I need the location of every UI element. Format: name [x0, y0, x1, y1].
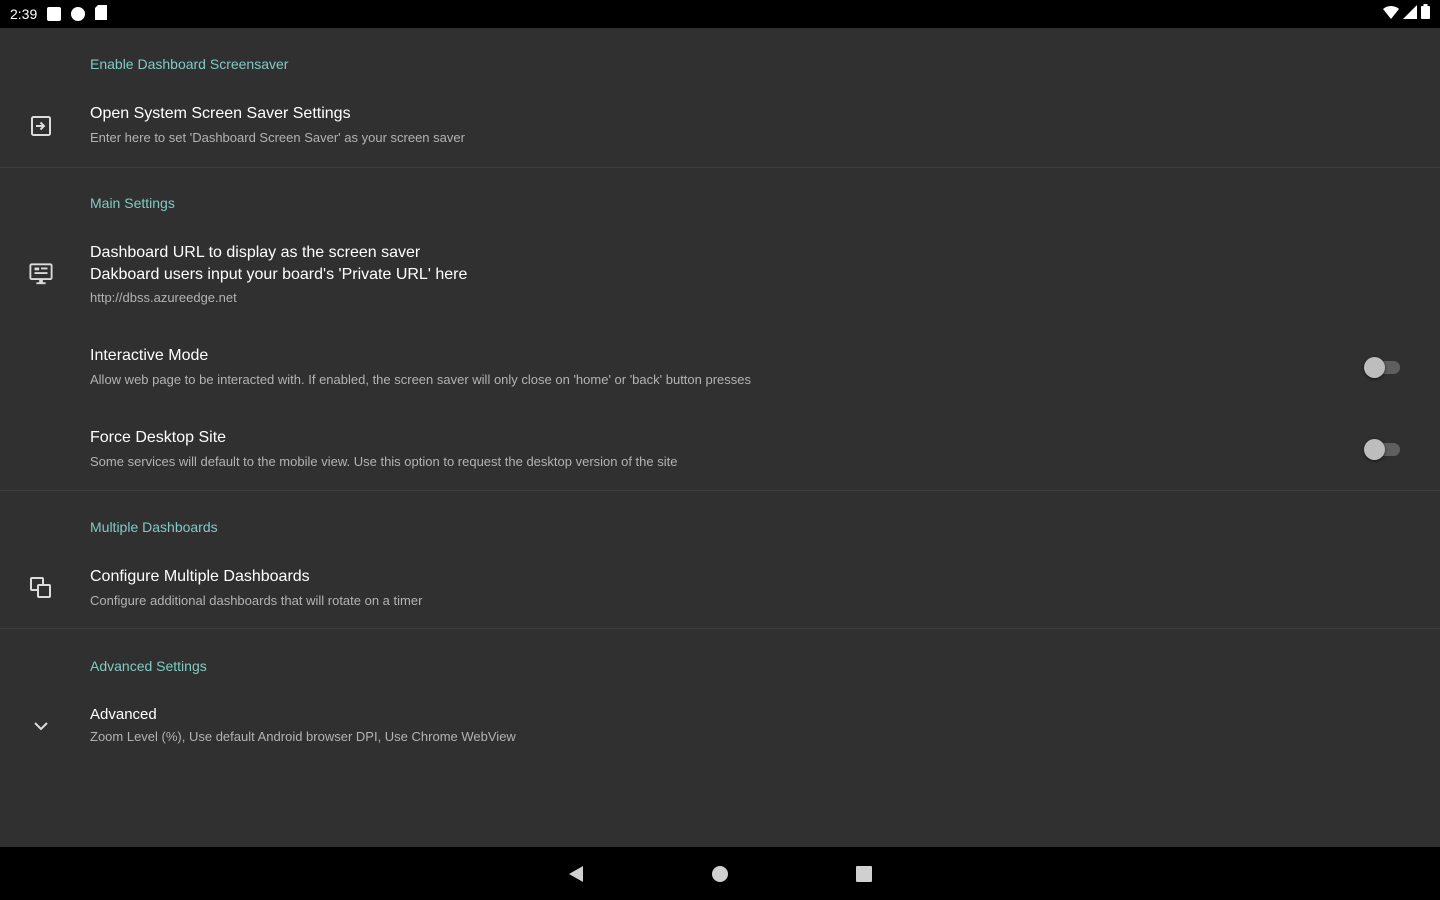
pref-dashboard-url[interactable]: Dashboard URL to display as the screen s… — [0, 228, 1440, 316]
interactive-mode-switch[interactable] — [1362, 355, 1402, 379]
pref-title: Open System Screen Saver Settings — [90, 105, 351, 122]
recents-icon — [856, 866, 872, 882]
monitor-icon — [29, 262, 53, 286]
status-time: 2:39 — [10, 6, 38, 22]
pref-summary: Some services will default to the mobile… — [90, 454, 678, 469]
category-enable-screensaver: Enable Dashboard Screensaver — [90, 56, 289, 72]
pref-summary: Configure additional dashboards that wil… — [90, 593, 423, 608]
pref-summary: Allow web page to be interacted with. If… — [90, 372, 752, 387]
status-bar: 2:39 — [0, 0, 1440, 28]
pref-title: Configure Multiple Dashboards — [90, 568, 310, 585]
pref-advanced[interactable]: Advanced Zoom Level (%), Use default And… — [0, 692, 1440, 764]
switch-thumb — [1364, 439, 1385, 460]
chevron-down-icon — [29, 714, 53, 738]
signal-icon — [1403, 4, 1417, 24]
open-in-icon — [29, 114, 53, 138]
pref-title: Advanced — [90, 706, 157, 723]
category-advanced-settings: Advanced Settings — [90, 658, 207, 674]
battery-icon — [1421, 4, 1430, 24]
wifi-icon — [1383, 5, 1399, 24]
pref-summary: Zoom Level (%), Use default Android brow… — [90, 729, 516, 744]
copy-icon — [29, 576, 53, 600]
pref-title: Interactive Mode — [90, 347, 209, 364]
back-button[interactable] — [562, 861, 588, 887]
settings-list: Enable Dashboard Screensaver Open System… — [0, 28, 1440, 847]
pref-configure-multiple-dashboards[interactable]: Configure Multiple Dashboards Configure … — [0, 553, 1440, 629]
back-icon — [569, 866, 583, 882]
divider — [0, 490, 1440, 491]
force-desktop-switch[interactable] — [1362, 437, 1402, 461]
pref-title: Force Desktop Site — [90, 429, 227, 446]
switch-thumb — [1364, 357, 1385, 378]
category-main-settings: Main Settings — [90, 195, 175, 211]
pref-title-line1: Dashboard URL to display as the screen s… — [90, 244, 421, 261]
pref-summary: Enter here to set 'Dashboard Screen Save… — [90, 130, 465, 145]
sd-card-icon — [95, 5, 108, 23]
category-multiple-dashboards: Multiple Dashboards — [90, 519, 218, 535]
pref-interactive-mode[interactable]: Interactive Mode Allow web page to be in… — [0, 332, 1440, 404]
divider — [0, 167, 1440, 168]
pref-force-desktop-site[interactable]: Force Desktop Site Some services will de… — [0, 414, 1440, 486]
navigation-bar — [0, 847, 1440, 900]
p-icon — [71, 7, 86, 21]
pref-title-line2: Dakboard users input your board's 'Priva… — [90, 266, 468, 283]
pref-open-screensaver-settings[interactable]: Open System Screen Saver Settings Enter … — [0, 90, 1440, 166]
home-icon — [712, 866, 728, 882]
notification-icon — [47, 7, 62, 21]
pref-summary: http://dbss.azureedge.net — [90, 290, 237, 305]
status-left: 2:39 — [10, 5, 108, 23]
divider — [0, 628, 1440, 629]
status-right — [1383, 4, 1430, 24]
home-button[interactable] — [707, 861, 733, 887]
recents-button[interactable] — [851, 861, 877, 887]
